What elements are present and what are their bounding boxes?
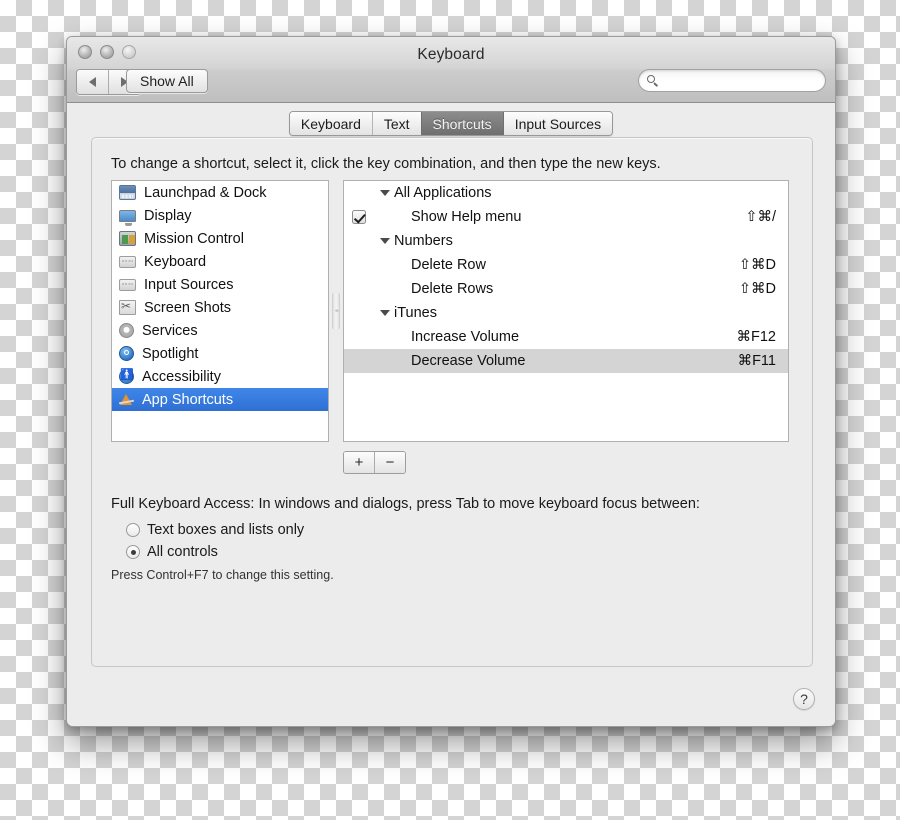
shortcut-group-row[interactable]: All Applications bbox=[344, 181, 788, 205]
back-button[interactable] bbox=[77, 70, 108, 94]
search-field[interactable] bbox=[638, 69, 826, 92]
services-gear-icon bbox=[119, 323, 134, 338]
window-titlebar: Keyboard Show All bbox=[67, 37, 835, 103]
shortcut-row[interactable]: Delete Rows ⇧⌘D bbox=[344, 277, 788, 301]
shortcut-group-label-wrap: All Applications bbox=[374, 185, 676, 201]
accessibility-icon bbox=[119, 368, 134, 384]
tab-keyboard[interactable]: Keyboard bbox=[289, 112, 372, 135]
shortcut-label: Increase Volume bbox=[411, 329, 520, 345]
keyboard-preferences-window: Keyboard Show All Keyboard Text Shortcut… bbox=[66, 36, 836, 727]
help-button[interactable]: ? bbox=[793, 688, 815, 710]
shortcut-group-row[interactable]: Numbers bbox=[344, 229, 788, 253]
sidebar-item-label: Spotlight bbox=[142, 345, 199, 362]
sidebar-item-label: Accessibility bbox=[142, 368, 221, 385]
tab-bar: Keyboard Text Shortcuts Input Sources bbox=[67, 111, 835, 136]
tab-input-sources[interactable]: Input Sources bbox=[502, 112, 613, 135]
shortcut-enabled-checkbox[interactable] bbox=[352, 210, 366, 224]
shortcut-key[interactable]: ⇧⌘D bbox=[676, 257, 788, 273]
sidebar-item-launchpad-dock[interactable]: Launchpad & Dock bbox=[112, 181, 328, 204]
radio-label: All controls bbox=[147, 544, 218, 560]
shortcut-label: Delete Row bbox=[411, 257, 486, 273]
window-title: Keyboard bbox=[417, 46, 485, 63]
sidebar-item-label: Input Sources bbox=[144, 276, 234, 293]
shortcut-list[interactable]: All Applications Show Help menu ⇧⌘/ Numb… bbox=[343, 180, 789, 442]
shortcut-group-label-wrap: Numbers bbox=[374, 233, 676, 249]
window-body: Keyboard Text Shortcuts Input Sources To… bbox=[67, 103, 835, 726]
radio-all-controls[interactable]: All controls bbox=[126, 544, 218, 560]
shortcut-row-selected[interactable]: Decrease Volume ⌘F11 bbox=[344, 349, 788, 373]
shortcut-group-label: All Applications bbox=[394, 185, 492, 201]
show-all-button[interactable]: Show All bbox=[126, 69, 208, 93]
sidebar-item-keyboard[interactable]: Keyboard bbox=[112, 250, 328, 273]
shortcut-row[interactable]: Delete Row ⇧⌘D bbox=[344, 253, 788, 277]
sidebar-item-input-sources[interactable]: Input Sources bbox=[112, 273, 328, 296]
sidebar-item-screen-shots[interactable]: Screen Shots bbox=[112, 296, 328, 319]
shortcut-key[interactable]: ⇧⌘/ bbox=[676, 209, 788, 225]
add-remove-buttons: + − bbox=[343, 451, 406, 474]
back-arrow-icon bbox=[89, 77, 96, 87]
shortcut-group-row[interactable]: iTunes bbox=[344, 301, 788, 325]
screen-shots-icon bbox=[119, 299, 136, 315]
shortcut-row[interactable]: Show Help menu ⇧⌘/ bbox=[344, 205, 788, 229]
checkbox-cell bbox=[344, 210, 374, 224]
sidebar-item-label: Display bbox=[144, 207, 192, 224]
shortcuts-panel: To change a shortcut, select it, click t… bbox=[91, 137, 813, 667]
radio-button-icon-selected[interactable] bbox=[126, 545, 140, 559]
sidebar-item-display[interactable]: Display bbox=[112, 204, 328, 227]
pane-splitter[interactable] bbox=[332, 293, 340, 329]
shortcut-label: Decrease Volume bbox=[411, 353, 526, 369]
sidebar-item-label: Screen Shots bbox=[144, 299, 232, 316]
input-sources-icon bbox=[119, 278, 136, 291]
disclosure-triangle-icon[interactable] bbox=[380, 238, 390, 244]
shortcut-key[interactable]: ⌘F12 bbox=[676, 329, 788, 345]
disclosure-triangle-icon[interactable] bbox=[380, 310, 390, 316]
display-icon bbox=[119, 209, 136, 226]
instruction-text: To change a shortcut, select it, click t… bbox=[111, 156, 661, 172]
full-keyboard-access-note: Press Control+F7 to change this setting. bbox=[111, 568, 334, 582]
add-shortcut-button[interactable]: + bbox=[344, 452, 374, 473]
tab-text[interactable]: Text bbox=[371, 112, 421, 135]
search-input[interactable] bbox=[653, 70, 825, 91]
shortcut-row[interactable]: Increase Volume ⌘F12 bbox=[344, 325, 788, 349]
sidebar-item-label: Mission Control bbox=[144, 230, 244, 247]
shortcut-key[interactable]: ⇧⌘D bbox=[676, 281, 788, 297]
sidebar-item-label: Keyboard bbox=[144, 253, 207, 270]
mission-control-icon bbox=[119, 231, 136, 246]
sidebar-item-accessibility[interactable]: Accessibility bbox=[112, 365, 328, 388]
shortcut-label: Show Help menu bbox=[411, 209, 522, 225]
shortcut-label: Delete Rows bbox=[411, 281, 494, 297]
tab-shortcuts[interactable]: Shortcuts bbox=[420, 112, 503, 135]
radio-button-icon[interactable] bbox=[126, 523, 140, 537]
sidebar-item-mission-control[interactable]: Mission Control bbox=[112, 227, 328, 250]
sidebar-item-label: App Shortcuts bbox=[142, 391, 234, 408]
tab-group: Keyboard Text Shortcuts Input Sources bbox=[288, 111, 614, 136]
full-keyboard-access-title: Full Keyboard Access: In windows and dia… bbox=[111, 496, 700, 512]
shortcut-group-label: Numbers bbox=[394, 233, 453, 249]
category-list[interactable]: Launchpad & Dock Display Mission Control… bbox=[111, 180, 329, 442]
spotlight-icon bbox=[119, 346, 134, 361]
sidebar-item-spotlight[interactable]: Spotlight bbox=[112, 342, 328, 365]
sidebar-item-label: Services bbox=[142, 322, 198, 339]
radio-text-boxes-and-lists[interactable]: Text boxes and lists only bbox=[126, 522, 304, 538]
sidebar-item-label: Launchpad & Dock bbox=[144, 184, 267, 201]
app-shortcuts-icon bbox=[119, 392, 134, 407]
radio-label: Text boxes and lists only bbox=[147, 522, 305, 538]
search-icon bbox=[647, 74, 655, 87]
disclosure-triangle-icon[interactable] bbox=[380, 190, 390, 196]
keyboard-icon bbox=[119, 255, 136, 268]
remove-shortcut-button[interactable]: − bbox=[374, 452, 405, 473]
shortcut-key[interactable]: ⌘F11 bbox=[676, 353, 788, 369]
sidebar-item-app-shortcuts[interactable]: App Shortcuts bbox=[112, 388, 328, 411]
launchpad-dock-icon bbox=[119, 185, 136, 200]
shortcut-group-label-wrap: iTunes bbox=[374, 305, 676, 321]
sidebar-item-services[interactable]: Services bbox=[112, 319, 328, 342]
shortcut-group-label: iTunes bbox=[394, 305, 437, 321]
